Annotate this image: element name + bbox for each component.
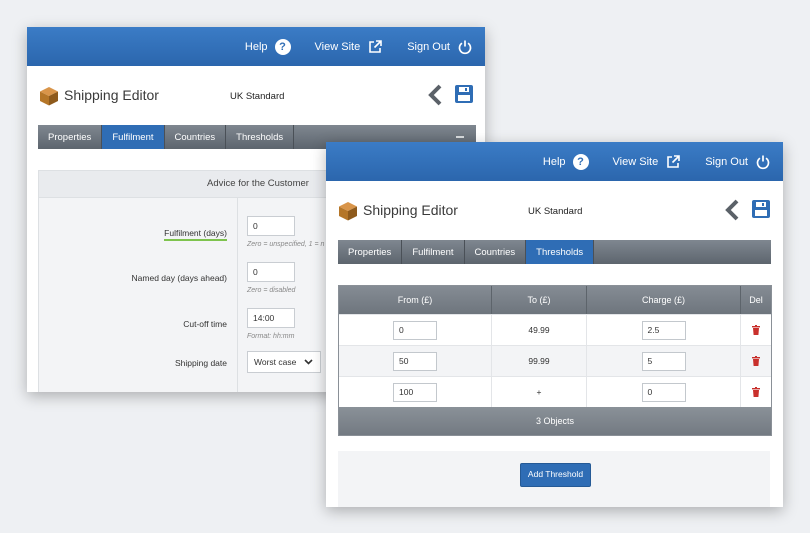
fulfilment-days-hint: Zero = unspecified, 1 = n: [247, 241, 325, 248]
to-cell: 99.99: [492, 346, 587, 376]
box-logo-icon: [40, 87, 58, 106]
editor-header: Shipping Editor UK Standard: [27, 66, 485, 122]
named-day-input[interactable]: 0: [247, 262, 295, 282]
del-cell: [741, 346, 771, 376]
editor-header: Shipping Editor UK Standard: [326, 181, 783, 237]
from-input[interactable]: 50: [393, 351, 437, 371]
shipping-editor-window-thresholds: Help ? View Site Sign Out Shipping Edito…: [326, 142, 783, 507]
header-charge: Charge (£): [587, 286, 741, 314]
top-bar: Help ? View Site Sign Out: [326, 142, 783, 181]
from-cell: 0: [339, 315, 492, 345]
from-cell: 50: [339, 346, 492, 376]
help-label: Help: [542, 155, 566, 168]
external-link-icon: [667, 154, 680, 168]
box-logo-icon: [339, 202, 357, 221]
del-cell: [741, 377, 771, 407]
header-del: Del: [749, 295, 763, 305]
table-row: 100 + 0: [339, 376, 771, 407]
table-footer: 3 Objects: [339, 407, 771, 435]
view-site-label: View Site: [612, 155, 659, 168]
fulfilment-days-label: Fulfilment (days): [164, 228, 227, 241]
tab-fulfilment[interactable]: Fulfilment: [102, 125, 165, 149]
tab-countries[interactable]: Countries: [465, 240, 527, 264]
table-row: 50 99.99 5: [339, 345, 771, 376]
cut-off-time-label: Cut-off time: [183, 319, 227, 329]
tab-fulfilment[interactable]: Fulfilment: [402, 240, 465, 264]
from-cell: 100: [339, 377, 492, 407]
thresholds-table: From (£) To (£) Charge (£) Del 0 49.99 2…: [338, 285, 772, 436]
named-day-label: Named day (days ahead): [131, 273, 227, 283]
view-site-link[interactable]: View Site: [613, 154, 682, 170]
document-title: UK Standard: [230, 91, 285, 102]
app-title: Shipping Editor: [363, 202, 458, 218]
header-to: To (£): [492, 286, 587, 314]
named-day-hint: Zero = disabled: [247, 287, 296, 294]
to-cell: 49.99: [492, 315, 587, 345]
tab-properties[interactable]: Properties: [38, 125, 103, 149]
fulfilment-days-input[interactable]: 0: [247, 216, 295, 236]
trash-icon[interactable]: [752, 387, 760, 397]
top-bar: Help ? View Site Sign Out: [27, 27, 485, 66]
del-cell: [741, 315, 771, 345]
sign-out-label: Sign Out: [705, 155, 748, 168]
from-input[interactable]: 0: [393, 320, 437, 340]
shipping-date-label: Shipping date: [175, 358, 227, 368]
power-icon: [756, 155, 770, 169]
chevron-down-icon: [304, 359, 313, 365]
tab-properties[interactable]: Properties: [338, 240, 403, 264]
collapse-icon[interactable]: [456, 136, 464, 138]
save-floppy-icon[interactable]: [751, 199, 771, 219]
help-label: Help: [244, 40, 268, 53]
tab-countries[interactable]: Countries: [165, 125, 227, 149]
document-title: UK Standard: [528, 206, 583, 217]
form-divider: [237, 198, 238, 392]
table-header: From (£) To (£) Charge (£) Del: [339, 286, 771, 314]
help-link[interactable]: Help ?: [542, 153, 589, 170]
help-link[interactable]: Help ?: [244, 38, 291, 55]
shipping-date-select[interactable]: Worst case: [247, 351, 321, 373]
to-cell: +: [492, 377, 587, 407]
external-link-icon: [369, 39, 382, 53]
back-arrow-icon[interactable]: [725, 199, 739, 221]
add-threshold-button[interactable]: Add Threshold: [520, 463, 591, 487]
trash-icon[interactable]: [752, 356, 760, 366]
action-panel: Add Threshold: [338, 451, 770, 507]
cut-off-time-hint: Format: hh:mm: [247, 333, 295, 340]
sign-out-link[interactable]: Sign Out: [705, 154, 771, 170]
power-icon: [458, 40, 472, 54]
charge-cell: 2.5: [587, 315, 741, 345]
trash-icon[interactable]: [752, 325, 760, 335]
charge-cell: 5: [587, 346, 741, 376]
view-site-link[interactable]: View Site: [315, 39, 384, 55]
back-arrow-icon[interactable]: [428, 84, 442, 106]
charge-input[interactable]: 5: [641, 351, 686, 371]
shipping-date-value: Worst case: [254, 357, 297, 367]
tab-thresholds[interactable]: Thresholds: [526, 240, 595, 264]
table-row: 0 49.99 2.5: [339, 314, 771, 345]
app-title: Shipping Editor: [64, 87, 159, 103]
save-floppy-icon[interactable]: [454, 84, 474, 104]
tab-thresholds[interactable]: Thresholds: [226, 125, 295, 149]
from-input[interactable]: 100: [393, 382, 437, 402]
charge-input[interactable]: 2.5: [641, 320, 686, 340]
tab-bar: Properties Fulfilment Countries Threshol…: [338, 240, 771, 264]
view-site-label: View Site: [314, 40, 361, 53]
question-circle-icon: ?: [572, 153, 589, 170]
question-circle-icon: ?: [274, 38, 291, 55]
header-from: From (£): [339, 286, 492, 314]
sign-out-label: Sign Out: [407, 40, 450, 53]
sign-out-link[interactable]: Sign Out: [407, 39, 473, 55]
charge-cell: 0: [587, 377, 741, 407]
cut-off-time-input[interactable]: 14:00: [247, 308, 295, 328]
charge-input[interactable]: 0: [641, 382, 686, 402]
